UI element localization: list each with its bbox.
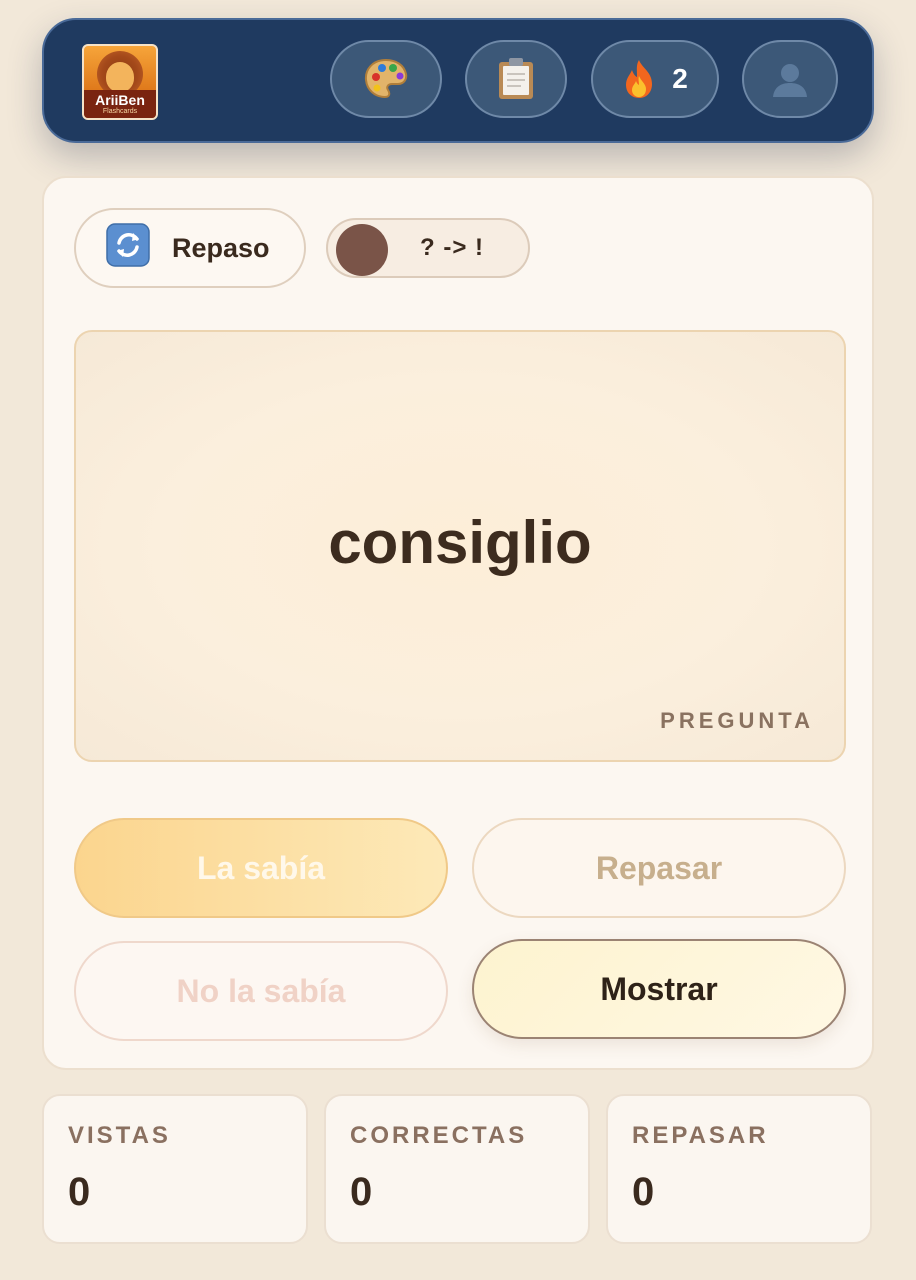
stat-card-vistas: VISTAS 0 <box>42 1094 308 1244</box>
flashcard-side-label: PREGUNTA <box>660 708 814 733</box>
streak-button[interactable]: 2 <box>591 40 719 118</box>
stat-label: CORRECTAS <box>350 1122 528 1149</box>
clipboard-button[interactable] <box>465 40 567 118</box>
logo-sub-text: Flashcards <box>102 108 138 115</box>
stat-card-correctas: CORRECTAS 0 <box>324 1094 590 1244</box>
didnt-know-button[interactable]: No la sabía <box>74 941 448 1041</box>
review-mode-label: Repaso <box>172 232 270 263</box>
review-button[interactable]: Repasar <box>472 818 846 918</box>
clipboard-icon <box>497 57 535 101</box>
profile-button[interactable] <box>742 40 838 118</box>
card-side-toggle[interactable]: ? -> ! <box>326 218 530 278</box>
fire-icon <box>622 58 656 100</box>
review-mode-button[interactable]: Repaso <box>74 208 306 288</box>
lion-face-graphic <box>106 62 134 92</box>
top-nav-bar: AriiBen Flashcards 2 <box>42 18 874 143</box>
logo-brand-text: AriiBen <box>95 92 145 108</box>
palette-icon <box>362 57 410 101</box>
stat-label: VISTAS <box>68 1122 171 1149</box>
theme-button[interactable] <box>330 40 442 118</box>
flashcard-panel: Repaso ? -> ! consiglio PREGUNTA La sabí… <box>42 176 874 1070</box>
user-icon <box>770 59 810 99</box>
streak-count: 2 <box>672 63 688 94</box>
toggle-label: ? -> ! <box>420 234 484 261</box>
stat-card-repasar: REPASAR 0 <box>606 1094 872 1244</box>
stat-value: 0 <box>68 1170 91 1214</box>
app-logo[interactable]: AriiBen Flashcards <box>82 44 158 120</box>
flashcard-word: consiglio <box>328 509 592 576</box>
show-answer-button[interactable]: Mostrar <box>472 939 846 1039</box>
knew-it-button[interactable]: La sabía <box>74 818 448 918</box>
refresh-icon <box>106 222 150 274</box>
stat-value: 0 <box>350 1170 373 1214</box>
logo-band: AriiBen Flashcards <box>84 90 156 118</box>
flashcard[interactable]: consiglio PREGUNTA <box>74 330 846 762</box>
stat-value: 0 <box>632 1170 655 1214</box>
toggle-knob[interactable] <box>336 224 388 276</box>
stat-label: REPASAR <box>632 1122 769 1149</box>
